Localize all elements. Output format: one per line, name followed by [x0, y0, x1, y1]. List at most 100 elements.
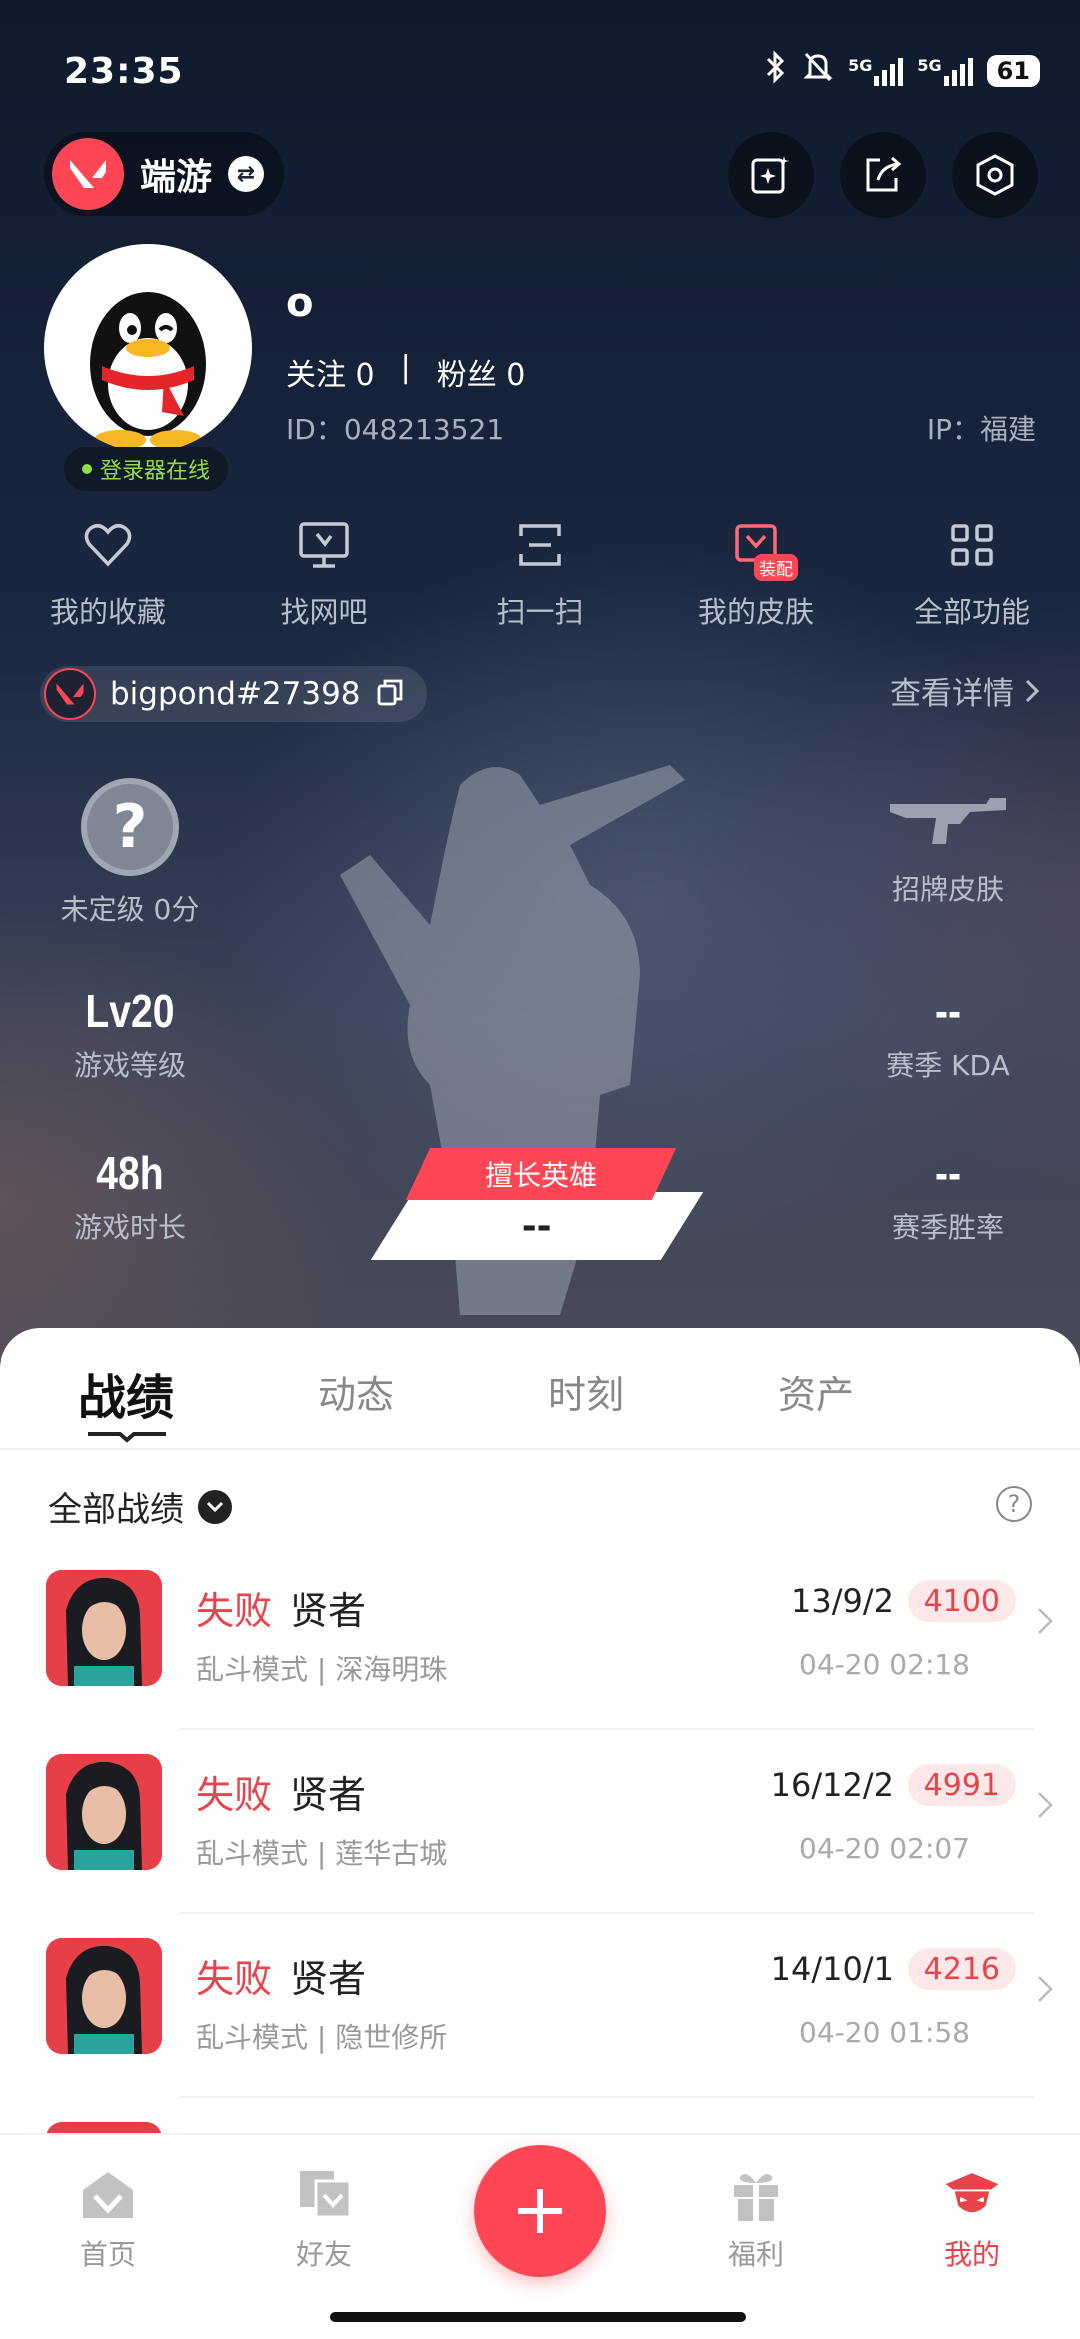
level-stat: Lv20 游戏等级: [73, 985, 186, 1082]
sparkle-card-button[interactable]: [728, 132, 814, 218]
match-kda: 14/10/1: [770, 1950, 894, 1988]
qq-penguin-avatar: [90, 292, 206, 450]
tab-assets[interactable]: 资产: [778, 1364, 854, 1419]
match-score-badge: 4991: [907, 1764, 1016, 1806]
chevron-down-icon: [198, 1489, 232, 1524]
game-switch-button[interactable]: 端游 ⇄: [44, 132, 285, 216]
chevron-right-icon: [1038, 1976, 1053, 2002]
tabs-divider: [0, 1448, 1080, 1450]
match-row[interactable]: 失败 贤者 乱斗模式 | 深海明珠 13/9/2 4100 04-20 02:1…: [0, 1546, 1080, 1730]
help-icon[interactable]: ?: [996, 1486, 1032, 1522]
nav-rewards[interactable]: 福利: [696, 2165, 816, 2273]
following-count[interactable]: 关注 0: [286, 350, 375, 394]
mute-bell-icon: [802, 50, 834, 92]
match-row[interactable]: 失败 贤者 乱斗模式 | 隐世修所 14/10/1 4216 04-20 01:…: [0, 1914, 1080, 2098]
status-time: 23:35: [64, 50, 184, 92]
match-score-badge: 4100: [907, 1580, 1016, 1622]
tab-indicator: [88, 1432, 166, 1443]
follow-divider: |: [400, 350, 411, 385]
match-row[interactable]: 失败 贤者 乱斗模式 | 莲华古城 16/12/2 4991 04-20 02:…: [0, 1730, 1080, 1914]
plus-icon: [518, 2189, 562, 2233]
quick-action-favorites[interactable]: 我的收藏: [0, 515, 216, 645]
match-result: 失败: [196, 1589, 273, 1633]
quick-action-scan[interactable]: 扫一扫: [432, 515, 648, 645]
match-result: 失败: [196, 1773, 273, 1817]
grid-icon: [942, 515, 1002, 575]
share-button[interactable]: [840, 132, 926, 218]
signature-skin-stat[interactable]: 招牌皮肤: [828, 790, 1068, 908]
winrate-stat: -- 赛季胜率: [891, 1147, 1004, 1244]
match-mode-map: 乱斗模式 | 隐世修所: [196, 2021, 448, 2054]
match-mode-map: 乱斗模式 | 深海明珠: [196, 1653, 448, 1686]
ip-location: IP：福建: [926, 413, 1036, 446]
chevron-right-icon: [1038, 1608, 1053, 1634]
signal-2-icon: 5G: [917, 56, 973, 86]
nickname: o: [286, 280, 314, 326]
heart-icon: [78, 515, 138, 575]
settings-button[interactable]: [952, 132, 1038, 218]
quick-action-find-cafe[interactable]: 找网吧: [216, 515, 432, 645]
quick-action-my-skins[interactable]: 装配 我的皮肤: [648, 515, 864, 645]
agent-avatar-sage: [46, 1754, 162, 1870]
match-score-badge: 4216: [907, 1948, 1016, 1990]
best-hero-tag: 擅长英雄: [405, 1148, 677, 1200]
agent-avatar-sage: [46, 1570, 162, 1686]
chevron-right-icon: [1038, 1792, 1053, 1818]
scan-icon: [510, 515, 570, 575]
records-filter-dropdown[interactable]: 全部战绩: [48, 1482, 232, 1531]
game-name: 端游: [140, 157, 213, 198]
copy-icon[interactable]: [375, 677, 405, 711]
home-icon: [78, 2165, 138, 2225]
match-agent: 贤者: [290, 1773, 367, 1817]
sparkle-card-icon: [751, 156, 789, 194]
rank-stat[interactable]: ? 未定级 0分: [10, 778, 250, 928]
profile-icon: [942, 2165, 1002, 2225]
equip-badge: 装配: [754, 554, 798, 581]
tab-feed[interactable]: 动态: [318, 1364, 394, 1419]
online-dot-icon: [82, 464, 92, 474]
quick-actions: 我的收藏 找网吧 扫一扫 装配 我的皮肤 全部功能: [0, 515, 1080, 645]
riot-id-chip[interactable]: bigpond#27398: [40, 666, 427, 722]
share-icon: [866, 156, 902, 192]
monitor-icon: [294, 515, 354, 575]
best-hero-plate[interactable]: --: [370, 1192, 704, 1260]
tabs: 战绩 动态 时刻 资产: [0, 1328, 1080, 1448]
kda-stat: -- 赛季 KDA: [886, 985, 1010, 1082]
settings-hex-icon: [976, 154, 1014, 196]
nav-friends[interactable]: 好友: [264, 2165, 384, 2273]
match-result: 失败: [196, 1957, 273, 2001]
signal-1-icon: 5G: [848, 56, 904, 86]
valorant-small-logo-icon: [44, 668, 96, 720]
match-mode-map: 乱斗模式 | 莲华古城: [196, 1837, 448, 1870]
unranked-icon: ?: [81, 778, 179, 876]
follow-stats: 关注 0 | 粉丝 0: [286, 350, 525, 394]
gun-icon: [890, 798, 1006, 844]
playtime-stat: 48h 游戏时长: [73, 1147, 186, 1244]
battery-indicator: 61: [986, 55, 1040, 87]
riot-id-text: bigpond#27398: [110, 676, 361, 712]
valorant-logo-icon: [52, 138, 124, 210]
create-post-button[interactable]: [474, 2145, 606, 2277]
tab-moments[interactable]: 时刻: [548, 1364, 624, 1419]
match-kda: 13/9/2: [791, 1582, 894, 1620]
avatar[interactable]: [44, 244, 252, 452]
swap-icon: ⇄: [228, 156, 265, 192]
online-status-badge: 登录器在线: [64, 447, 229, 491]
chevron-right-icon: [1025, 679, 1040, 702]
tab-records[interactable]: 战绩: [78, 1358, 174, 1428]
match-agent: 贤者: [290, 1589, 367, 1633]
friends-icon: [294, 2165, 354, 2225]
bottom-nav: 首页 好友 福利 我的: [0, 2133, 1080, 2339]
status-bar: 23:35 5G 5G 61: [64, 46, 1040, 96]
match-time: 04-20 02:07: [799, 1832, 970, 1865]
quick-action-all-functions[interactable]: 全部功能: [864, 515, 1080, 645]
home-indicator: [330, 2312, 746, 2322]
user-id: ID：048213521: [286, 413, 505, 446]
nav-home[interactable]: 首页: [48, 2165, 168, 2273]
view-details-link[interactable]: 查看详情: [890, 668, 1040, 713]
nav-profile[interactable]: 我的: [912, 2165, 1032, 2273]
match-agent: 贤者: [290, 1957, 367, 2001]
fans-count[interactable]: 粉丝 0: [437, 350, 526, 394]
bluetooth-icon: [762, 50, 788, 92]
skin-icon: 装配: [726, 515, 798, 581]
